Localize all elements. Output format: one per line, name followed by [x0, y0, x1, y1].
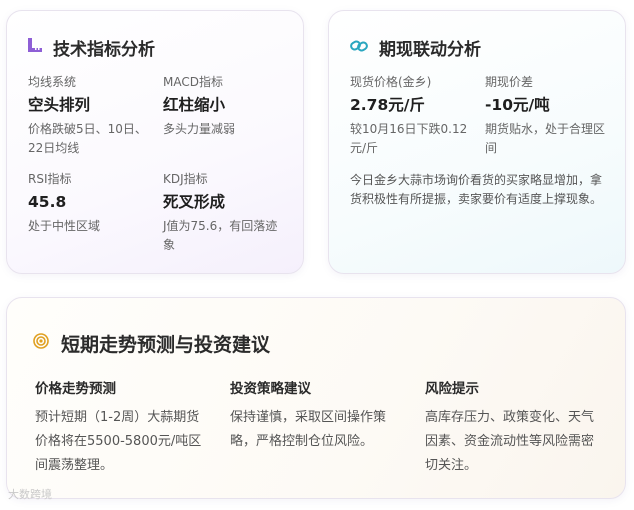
column-title: 风险提示: [425, 381, 479, 397]
metric-desc: 期货贴水，处于合理区间: [485, 122, 606, 155]
metric-value: 死叉形成: [163, 193, 226, 211]
ma-system-metric: 均线系统 空头排列 价格跌破5日、10日、22日均线: [28, 74, 154, 158]
metric-label: MACD指标: [163, 75, 223, 89]
column-text: 保持谨慎，采取区间操作策略，严格控制仓位风险。: [230, 410, 387, 449]
linkage-title: 期现联动分析: [379, 40, 481, 60]
metric-value: 2.78元/斤: [350, 96, 425, 114]
column-text: 高库存压力、政策变化、天气因素、资金流动性等风险需密切关注。: [425, 410, 595, 473]
metric-desc: 价格跌破5日、10日、22日均线: [28, 122, 147, 155]
watermark: 大数跨境: [8, 488, 52, 501]
kdj-metric: KDJ指标 死叉形成 J值为75.6，有回落迹象: [163, 171, 289, 255]
metric-desc: 较10月16日下跌0.12元/斤: [350, 122, 468, 155]
forecast-advice-card: 短期走势预测与投资建议 价格走势预测 预计短期（1-2周）大蒜期货价格将在550…: [6, 297, 626, 499]
metric-value: 红柱缩小: [163, 96, 226, 114]
column-title: 价格走势预测: [35, 381, 116, 397]
spot-price-metric: 现货价格(金乡) 2.78元/斤 较10月16日下跌0.12元/斤: [350, 74, 476, 158]
metric-desc: J值为75.6，有回落迹象: [163, 219, 278, 252]
metric-label: 现货价格(金乡): [350, 75, 432, 89]
technical-analysis-title: 技术指标分析: [53, 40, 155, 60]
link-icon: [350, 38, 368, 57]
market-note: 今日金乡大蒜市场询价看货的买家略显增加，拿货积极性有所提振，卖家要价有适度上撑现…: [350, 173, 603, 206]
metric-value: -10元/吨: [485, 96, 550, 114]
metric-label: 期现价差: [485, 75, 534, 89]
metric-label: RSI指标: [28, 172, 72, 186]
price-forecast-column: 价格走势预测 预计短期（1-2周）大蒜期货价格将在5500-5800元/吨区间震…: [35, 380, 211, 478]
metric-value: 空头排列: [28, 96, 91, 114]
macd-metric: MACD指标 红柱缩小 多头力量减弱: [163, 74, 289, 139]
forecast-title: 短期走势预测与投资建议: [61, 334, 271, 356]
metric-label: KDJ指标: [163, 172, 208, 186]
rsi-metric: RSI指标 45.8 处于中性区域: [28, 171, 154, 236]
target-icon: [33, 333, 49, 353]
metric-label: 均线系统: [28, 75, 77, 89]
metric-value: 45.8: [28, 193, 67, 211]
ruler-icon: [27, 37, 43, 57]
futures-spot-linkage-card: 期现联动分析 现货价格(金乡) 2.78元/斤 较10月16日下跌0.12元/斤…: [328, 10, 626, 274]
column-text: 预计短期（1-2周）大蒜期货价格将在5500-5800元/吨区间震荡整理。: [35, 410, 202, 473]
technical-analysis-card: 技术指标分析 均线系统 空头排列 价格跌破5日、10日、22日均线 MACD指标…: [6, 10, 304, 274]
strategy-column: 投资策略建议 保持谨慎，采取区间操作策略，严格控制仓位风险。: [230, 380, 406, 454]
risk-column: 风险提示 高库存压力、政策变化、天气因素、资金流动性等风险需密切关注。: [425, 380, 601, 478]
column-title: 投资策略建议: [230, 381, 311, 397]
basis-spread-metric: 期现价差 -10元/吨 期货贴水，处于合理区间: [485, 74, 611, 158]
metric-desc: 处于中性区域: [28, 219, 101, 233]
metric-desc: 多头力量减弱: [163, 122, 236, 136]
